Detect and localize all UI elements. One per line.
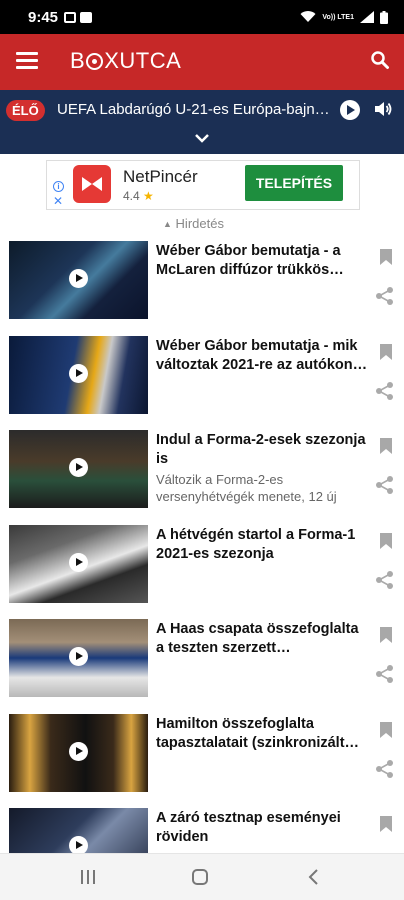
article-info[interactable]: A hétvégén startol a Forma-1 2021-es sze…	[156, 526, 370, 566]
system-icons: Vo)) LTE1	[300, 10, 388, 24]
article-title[interactable]: Hamilton összefoglalta tapasztalatait (s…	[156, 715, 370, 753]
article-info[interactable]: Indul a Forma-2-esek szezonja is Változi…	[156, 431, 370, 505]
back-icon[interactable]	[305, 868, 323, 886]
article-title[interactable]: A Haas csapata összefoglalta a teszten s…	[156, 620, 370, 658]
recent-apps-icon[interactable]	[79, 868, 97, 886]
play-icon	[69, 363, 88, 383]
list-item[interactable]: Wéber Gábor bemutatja - a McLaren diffúz…	[0, 236, 404, 331]
article-title[interactable]: Wéber Gábor bemutatja - mik változtak 20…	[156, 337, 370, 375]
brand-prefix: B	[70, 48, 86, 73]
play-icon	[69, 552, 88, 572]
chevron-down-icon[interactable]	[193, 132, 211, 144]
article-info[interactable]: A záró tesztnap eseményei röviden	[156, 809, 370, 849]
article-title[interactable]: Wéber Gábor bemutatja - a McLaren diffúz…	[156, 242, 370, 280]
network-type: Vo)) LTE1	[322, 13, 354, 21]
ad-close-icon[interactable]: ✕	[53, 195, 63, 207]
play-icon	[69, 741, 88, 761]
bookmark-icon[interactable]	[380, 438, 392, 454]
gallery-icon	[80, 11, 93, 23]
video-thumbnail[interactable]	[9, 430, 148, 508]
share-icon[interactable]	[375, 381, 395, 401]
share-icon[interactable]	[375, 664, 395, 684]
clock: 9:45	[28, 8, 59, 26]
menu-icon[interactable]	[16, 52, 38, 70]
sponsored-label: ▲ Hirdetés	[163, 216, 224, 231]
netpincer-logo	[73, 165, 111, 203]
list-item[interactable]: A Haas csapata összefoglalta a teszten s…	[0, 614, 404, 709]
article-info[interactable]: Wéber Gábor bemutatja - a McLaren diffúz…	[156, 242, 370, 282]
bookmark-icon[interactable]	[380, 721, 392, 738]
video-thumbnail[interactable]	[9, 713, 148, 792]
notification-icons	[64, 11, 93, 23]
battery-icon	[380, 10, 388, 24]
live-stream-title[interactable]: UEFA Labdarúgó U-21-es Európa-bajnokság	[57, 101, 337, 118]
article-info[interactable]: Wéber Gábor bemutatja - mik változtak 20…	[156, 337, 370, 377]
install-button[interactable]: TELEPÍTÉS	[245, 165, 343, 201]
home-icon[interactable]	[191, 868, 209, 886]
list-item[interactable]: Indul a Forma-2-esek szezonja is Változi…	[0, 425, 404, 520]
star-icon: ★	[143, 189, 154, 203]
status-bar: 9:45 Vo)) LTE1	[0, 0, 404, 34]
article-title[interactable]: A záró tesztnap eseményei röviden	[156, 809, 370, 847]
article-title[interactable]: Indul a Forma-2-esek szezonja is	[156, 431, 370, 469]
ad-app-name: NetPincér	[123, 167, 198, 186]
article-title[interactable]: A hétvégén startol a Forma-1 2021-es sze…	[156, 526, 370, 564]
bookmark-icon[interactable]	[380, 343, 392, 360]
list-item[interactable]: Hamilton összefoglalta tapasztalatait (s…	[0, 709, 404, 804]
ad-banner[interactable]: i ✕ NetPincér 4.4 ★ TELEPÍTÉS	[46, 160, 360, 210]
live-stream-bar[interactable]: ÉLŐ UEFA Labdarúgó U-21-es Európa-bajnok…	[0, 90, 404, 154]
ad-info-icon[interactable]: i	[53, 181, 64, 192]
bookmark-icon[interactable]	[380, 816, 392, 832]
video-thumbnail[interactable]	[9, 619, 148, 697]
share-icon[interactable]	[375, 286, 395, 306]
article-list: Wéber Gábor bemutatja - a McLaren diffúz…	[0, 236, 404, 898]
search-icon[interactable]	[370, 50, 390, 70]
app-bar: B XUTCA	[0, 34, 404, 90]
bookmark-icon[interactable]	[380, 627, 392, 643]
play-icon	[69, 458, 88, 477]
triangle-icon: ▲	[163, 219, 172, 229]
brand-logo: B XUTCA	[70, 48, 181, 74]
brand-suffix: XUTCA	[104, 48, 182, 73]
wifi-icon	[300, 11, 316, 22]
brand-o-mark	[86, 53, 104, 70]
video-thumbnail[interactable]	[9, 335, 148, 414]
volume-icon[interactable]	[373, 99, 393, 119]
article-info[interactable]: A Haas csapata összefoglalta a teszten s…	[156, 620, 370, 660]
share-icon[interactable]	[375, 475, 395, 495]
video-thumbnail[interactable]	[9, 241, 148, 319]
bookmark-icon[interactable]	[380, 249, 392, 265]
play-icon	[69, 647, 88, 666]
sponsored-text: Hirdetés	[175, 216, 224, 231]
share-icon[interactable]	[375, 759, 395, 779]
play-icon	[69, 269, 88, 288]
article-description: Változik a Forma-2-es versenyhétvégék me…	[156, 472, 337, 504]
list-item[interactable]: Wéber Gábor bemutatja - mik változtak 20…	[0, 331, 404, 426]
ad-rating-value: 4.4	[123, 189, 140, 203]
article-info[interactable]: Hamilton összefoglalta tapasztalatait (s…	[156, 715, 370, 755]
screenshot-icon	[64, 11, 77, 23]
ad-rating: 4.4 ★	[123, 189, 154, 203]
play-icon[interactable]	[340, 100, 360, 120]
list-item[interactable]: A hétvégén startol a Forma-1 2021-es sze…	[0, 520, 404, 615]
live-badge: ÉLŐ	[6, 100, 45, 121]
video-thumbnail[interactable]	[9, 524, 148, 603]
share-icon[interactable]	[375, 570, 395, 590]
signal-icon	[360, 11, 374, 23]
system-navigation-bar	[0, 853, 404, 900]
bookmark-icon[interactable]	[380, 532, 392, 549]
